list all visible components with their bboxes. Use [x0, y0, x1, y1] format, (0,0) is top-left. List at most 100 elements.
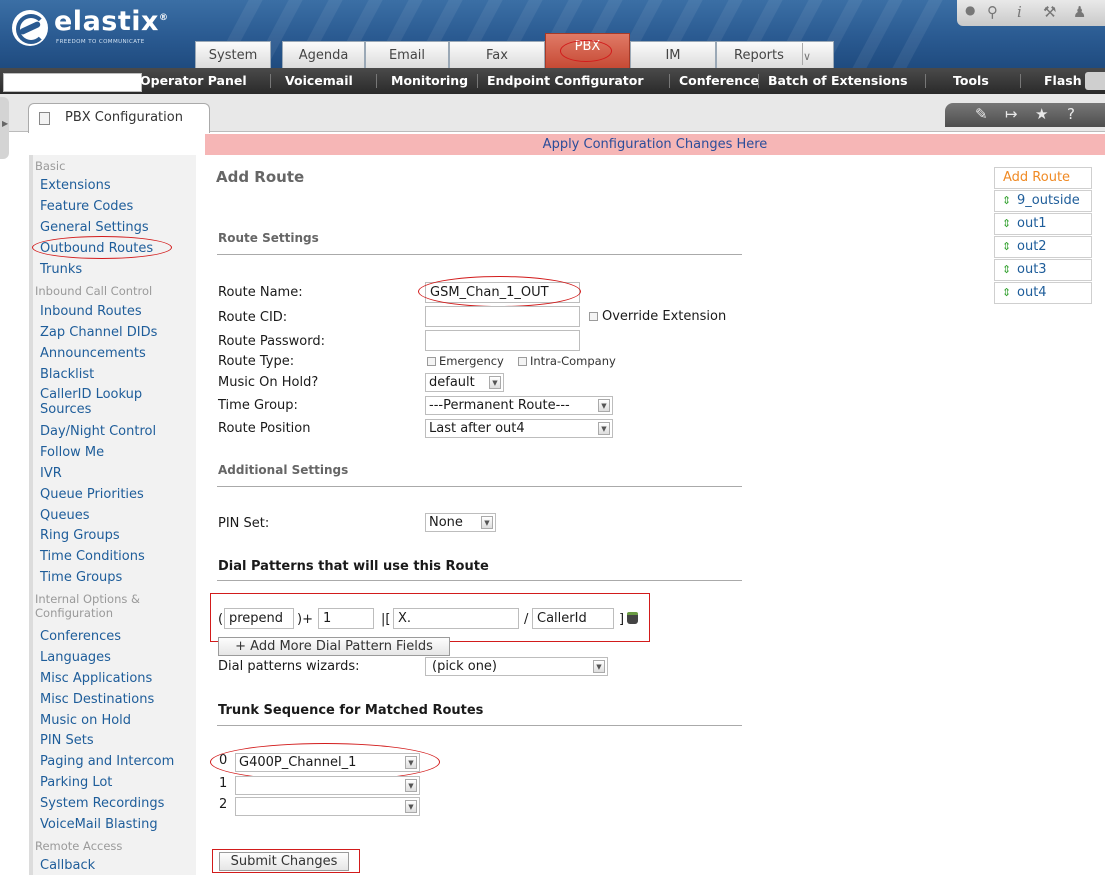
- tab-agenda[interactable]: Agenda: [282, 41, 365, 68]
- intra-company-label: Intra-Company: [530, 354, 616, 368]
- route-item-out4[interactable]: ⇕ out4: [994, 282, 1092, 304]
- drop-icon[interactable]: ●: [965, 3, 975, 17]
- sidebar-item-time-groups[interactable]: Time Groups: [40, 570, 122, 585]
- sidebar-item-parking-lot[interactable]: Parking Lot: [40, 775, 112, 790]
- subnav-batch-of-extensions[interactable]: Batch of Extensions: [768, 73, 908, 88]
- chevron-down-icon[interactable]: ∨: [802, 43, 816, 65]
- search-icon[interactable]: ⚲: [987, 3, 998, 21]
- route-item-out3[interactable]: ⇕ out3: [994, 259, 1092, 281]
- route-cid-field[interactable]: [425, 306, 580, 327]
- music-on-hold-label: Music On Hold?: [218, 375, 319, 390]
- sidebar-item-paging-intercom[interactable]: Paging and Intercom: [40, 754, 174, 769]
- dial-match-pattern-field[interactable]: X.: [393, 608, 519, 629]
- subnav-operator-panel[interactable]: Operator Panel: [140, 73, 247, 88]
- dial-wizard-label: Dial patterns wizards:: [218, 659, 360, 674]
- sort-arrows-icon[interactable]: ⇕: [1002, 286, 1011, 299]
- route-item-9-outside[interactable]: ⇕ 9_outside: [994, 190, 1092, 212]
- trash-icon[interactable]: [627, 612, 638, 624]
- route-type-label: Route Type:: [218, 354, 295, 369]
- sidebar-item-ring-groups[interactable]: Ring Groups: [40, 528, 120, 543]
- subnav-flash[interactable]: Flash: [1044, 73, 1082, 88]
- dial-prepend-field[interactable]: prepend: [224, 608, 294, 629]
- pin-set-select[interactable]: None ▼: [425, 513, 496, 532]
- info-icon[interactable]: i: [1017, 3, 1022, 21]
- trunk-select-2[interactable]: ▼: [235, 797, 420, 816]
- edit-icon[interactable]: ✎: [975, 105, 988, 123]
- help-icon[interactable]: ?: [1067, 105, 1075, 123]
- sidebar-item-pin-sets[interactable]: PIN Sets: [40, 733, 94, 748]
- sidebar-item-outbound-routes[interactable]: Outbound Routes: [40, 241, 153, 256]
- trunk-select-0[interactable]: G400P_Channel_1 ▼: [235, 753, 420, 772]
- route-name-field[interactable]: GSM_Chan_1_OUT: [425, 282, 580, 303]
- add-more-dial-pattern-button[interactable]: + Add More Dial Pattern Fields: [218, 637, 450, 656]
- sidebar-item-callerid-lookup[interactable]: CallerID Lookup Sources: [40, 387, 180, 417]
- sidebar-item-misc-destinations[interactable]: Misc Destinations: [40, 692, 154, 707]
- dial-prefix-field[interactable]: 1: [318, 608, 374, 629]
- subnav-tools[interactable]: Tools: [953, 73, 989, 88]
- chevron-down-icon: ▼: [598, 399, 610, 412]
- sidebar-item-queues[interactable]: Queues: [40, 508, 89, 523]
- star-icon[interactable]: ★: [1035, 105, 1048, 123]
- sidebar-item-general-settings[interactable]: General Settings: [40, 220, 149, 235]
- route-position-select[interactable]: Last after out4 ▼: [425, 419, 613, 438]
- sidebar-toggle-icon[interactable]: ↦: [1005, 105, 1018, 123]
- sidebar-item-announcements[interactable]: Announcements: [40, 346, 146, 361]
- subnav-endpoint-configurator[interactable]: Endpoint Configurator: [487, 73, 644, 88]
- subnav-monitoring[interactable]: Monitoring: [391, 73, 468, 88]
- sort-arrows-icon[interactable]: ⇕: [1002, 240, 1011, 253]
- sidebar-item-conferences[interactable]: Conferences: [40, 629, 121, 644]
- route-item-out1[interactable]: ⇕ out1: [994, 213, 1092, 235]
- sidebar-item-trunks[interactable]: Trunks: [40, 262, 82, 277]
- window-tab-label: PBX Configuration: [65, 110, 183, 125]
- sidebar-item-ivr[interactable]: IVR: [40, 466, 62, 481]
- override-extension-checkbox[interactable]: [589, 312, 598, 321]
- dial-wizard-select[interactable]: (pick one) ▼: [425, 657, 608, 676]
- route-item-out2[interactable]: ⇕ out2: [994, 236, 1092, 258]
- sidebar-item-zap-channel-dids[interactable]: Zap Channel DIDs: [40, 325, 157, 340]
- sidebar-item-follow-me[interactable]: Follow Me: [40, 445, 104, 460]
- tools-icon[interactable]: ⚒: [1043, 3, 1056, 21]
- time-group-value: ---Permanent Route---: [429, 398, 570, 413]
- sidebar-item-time-conditions[interactable]: Time Conditions: [40, 549, 145, 564]
- sort-arrows-icon[interactable]: ⇕: [1002, 194, 1011, 207]
- elastix-logo-icon: [12, 10, 48, 46]
- tab-fax[interactable]: Fax: [449, 41, 545, 68]
- elastix-logo[interactable]: elastix® FREEDOM TO COMMUNICATE: [12, 6, 168, 50]
- tab-email[interactable]: Email: [365, 41, 449, 68]
- sidebar-item-inbound-routes[interactable]: Inbound Routes: [40, 304, 142, 319]
- trunk-select-1[interactable]: ▼: [235, 776, 420, 795]
- tab-system[interactable]: System: [195, 41, 271, 68]
- subnav-scroll-button[interactable]: [1085, 72, 1105, 90]
- sort-arrows-icon[interactable]: ⇕: [1002, 263, 1011, 276]
- sort-arrows-icon[interactable]: ⇕: [1002, 217, 1011, 230]
- sidebar-item-misc-applications[interactable]: Misc Applications: [40, 671, 152, 686]
- sidebar-toggle-handle[interactable]: ▶: [0, 97, 9, 159]
- subnav-pbx-configuration[interactable]: PBX Configuration: [3, 73, 142, 92]
- tab-im[interactable]: IM: [630, 41, 716, 68]
- sidebar-item-feature-codes[interactable]: Feature Codes: [40, 199, 133, 214]
- user-icon[interactable]: ♟: [1073, 3, 1086, 21]
- subnav-voicemail[interactable]: Voicemail: [285, 73, 353, 88]
- sidebar-item-queue-priorities[interactable]: Queue Priorities: [40, 487, 144, 502]
- dial-callerid-field[interactable]: CallerId: [532, 608, 614, 629]
- subnav-conference[interactable]: Conference: [679, 73, 759, 88]
- tab-pbx[interactable]: PBX: [545, 33, 630, 68]
- sidebar-item-day-night-control[interactable]: Day/Night Control: [40, 424, 156, 439]
- time-group-select[interactable]: ---Permanent Route--- ▼: [425, 396, 613, 415]
- music-on-hold-select[interactable]: default ▼: [425, 373, 504, 392]
- sidebar-item-callback[interactable]: Callback: [40, 858, 95, 873]
- sidebar-item-system-recordings[interactable]: System Recordings: [40, 796, 164, 811]
- emergency-checkbox[interactable]: [427, 357, 436, 366]
- sidebar-item-blacklist[interactable]: Blacklist: [40, 367, 94, 382]
- add-route-link[interactable]: Add Route: [994, 167, 1092, 189]
- sidebar-item-languages[interactable]: Languages: [40, 650, 111, 665]
- intra-company-checkbox[interactable]: [518, 357, 527, 366]
- submit-changes-button[interactable]: Submit Changes: [219, 852, 349, 871]
- sidebar-item-voicemail-blasting[interactable]: VoiceMail Blasting: [40, 817, 158, 832]
- tab-reports[interactable]: Reports ∨: [716, 41, 834, 68]
- sidebar-item-extensions[interactable]: Extensions: [40, 178, 111, 193]
- window-tab-pbx-configuration[interactable]: PBX Configuration: [28, 103, 210, 133]
- apply-config-link[interactable]: Apply Configuration Changes Here: [543, 137, 768, 152]
- sidebar-item-music-on-hold[interactable]: Music on Hold: [40, 713, 131, 728]
- route-password-field[interactable]: [425, 330, 580, 351]
